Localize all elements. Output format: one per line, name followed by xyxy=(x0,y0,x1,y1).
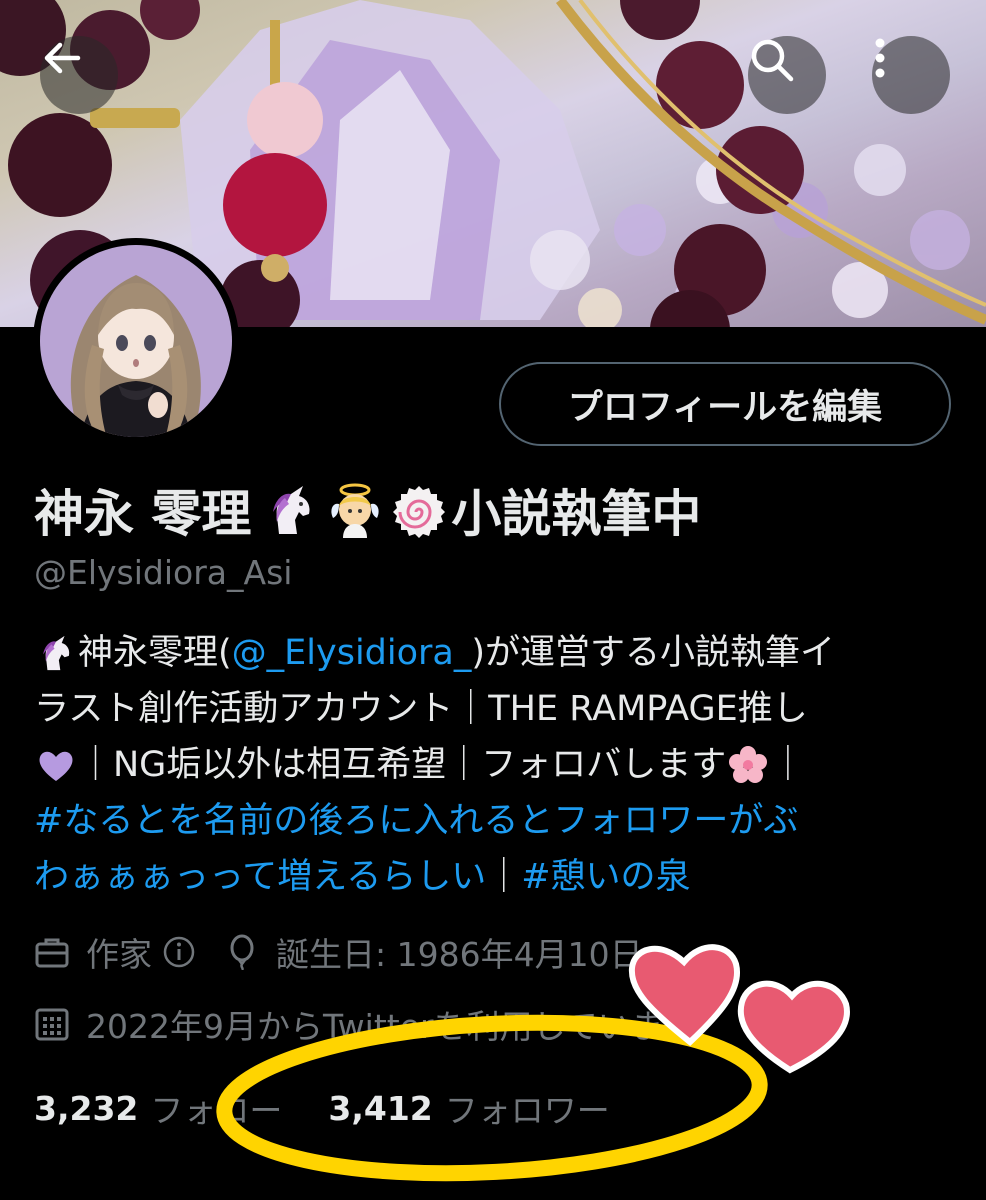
heart-sticker-icon xyxy=(737,980,850,1074)
display-name-suffix: 小説執筆中 xyxy=(451,485,702,543)
bio-text: ｜NG垢以外は相互希望｜フォロバします xyxy=(78,745,727,785)
balloon-icon xyxy=(230,934,254,970)
unicorn-emoji-icon xyxy=(273,486,310,534)
purple-heart-icon xyxy=(39,751,73,781)
avatar[interactable] xyxy=(33,238,239,444)
following-label: フォロー xyxy=(150,1091,283,1130)
briefcase-icon xyxy=(35,938,69,968)
bio-text: )が運営する小説執筆イ xyxy=(471,633,836,673)
bio-text: ｜ xyxy=(770,745,806,785)
followers-label: フォロワー xyxy=(444,1091,610,1130)
profile-handle: @Elysidiora_Asi xyxy=(34,553,293,592)
profile-meta-row: 作家 誕生日: 1986年4月10日 xyxy=(34,928,643,976)
more-vertical-icon xyxy=(875,38,885,78)
info-icon[interactable] xyxy=(162,935,196,969)
profile-birthday: 誕生日: 1986年4月10日 xyxy=(276,935,643,974)
profile-joined-date: 2022年9月からTwitterを利用しています xyxy=(86,1007,697,1046)
search-button[interactable] xyxy=(748,36,826,114)
bio-text: 神永零理( xyxy=(78,633,232,673)
bio-line-3: ｜NG垢以外は相互希望｜フォロバします ｜ xyxy=(34,737,944,793)
arrow-left-icon xyxy=(44,42,81,74)
following-link[interactable]: 3,232 フォロー xyxy=(34,1084,282,1132)
bio-line-5: わぁぁぁっって増えるらしい ｜ #憩いの泉 xyxy=(34,849,944,905)
hashtag-link[interactable]: #なるとを名前の後ろに入れるとフォロワーがぶ xyxy=(34,793,798,849)
hashtag-link[interactable]: わぁぁぁっって増えるらしい xyxy=(34,849,486,905)
unicorn-emoji-icon xyxy=(43,635,70,671)
profile-meta-row: 2022年9月からTwitterを利用しています xyxy=(34,1000,697,1048)
display-name: 神永 零理 小説執筆中 xyxy=(34,474,701,546)
bio-text: ラスト創作活動アカウント｜THE RAMPAGE推し xyxy=(34,689,808,729)
angel-emoji-icon xyxy=(331,483,380,538)
hashtag-link[interactable]: #憩いの泉 xyxy=(521,849,690,905)
following-count: 3,232 xyxy=(34,1088,139,1128)
mention-link[interactable]: @_Elysidiora_ xyxy=(232,625,472,681)
profile-job: 作家 xyxy=(86,935,152,974)
edit-profile-button[interactable]: プロフィールを編集 xyxy=(499,362,951,446)
follow-stats: 3,232 フォロー 3,412 フォロワー xyxy=(34,1084,610,1132)
avatar-image xyxy=(40,245,232,437)
bio-line-2: ラスト創作活動アカウント｜THE RAMPAGE推し xyxy=(34,681,944,737)
bio-line-4: #なるとを名前の後ろに入れるとフォロワーがぶ xyxy=(34,793,944,849)
calendar-icon xyxy=(35,1008,69,1041)
profile-bio: 神永零理( @_Elysidiora_ )が運営する小説執筆イ ラスト創作活動ア… xyxy=(34,625,944,905)
more-options-button[interactable] xyxy=(872,36,950,114)
followers-count: 3,412 xyxy=(328,1088,433,1128)
followers-link[interactable]: 3,412 フォロワー xyxy=(328,1084,609,1132)
cherry-blossom-icon xyxy=(729,746,768,783)
display-name-text: 神永 零理 xyxy=(34,485,252,543)
narutomaki-emoji-icon xyxy=(393,486,446,538)
bio-separator: ｜ xyxy=(486,857,522,897)
search-icon xyxy=(751,39,794,82)
bio-line-1: 神永零理( @_Elysidiora_ )が運営する小説執筆イ xyxy=(34,625,944,681)
back-button[interactable] xyxy=(40,36,118,114)
